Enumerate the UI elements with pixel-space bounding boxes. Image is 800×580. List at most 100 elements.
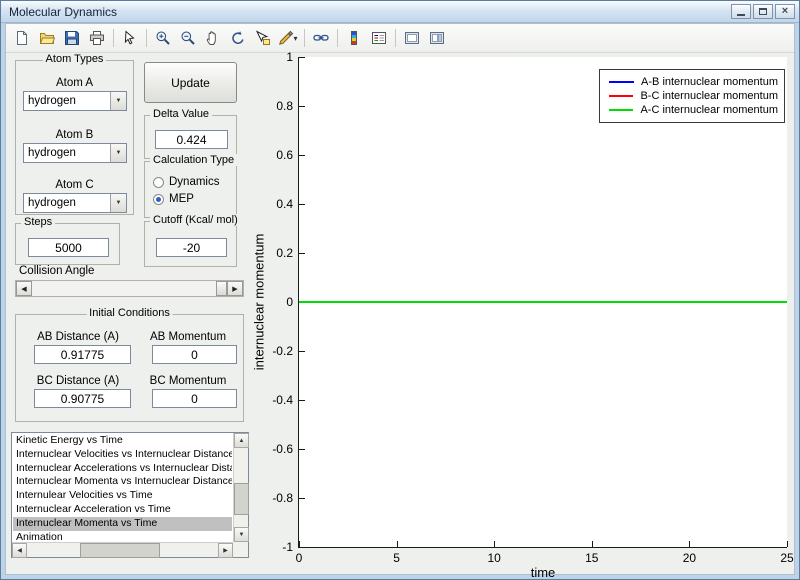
link-plot-button[interactable] [309, 27, 333, 49]
atom-a-dropdown[interactable]: hydrogen ▼ [23, 91, 127, 111]
horizontal-scroll-thumb[interactable] [80, 543, 160, 558]
insert-colorbar-icon [346, 30, 362, 46]
show-plot-tools-button[interactable] [425, 27, 449, 49]
scroll-up-arrow-icon[interactable]: ▲ [234, 433, 249, 448]
atom-a-label: Atom A [55, 77, 94, 89]
zoom-out-button[interactable] [176, 27, 200, 49]
x-tick-label: 20 [682, 551, 697, 565]
toolbar-separator [304, 29, 305, 47]
bc-distance-a-field[interactable]: 0.90775 [34, 389, 131, 408]
pan-hand-button[interactable] [201, 27, 225, 49]
y-tick-label: -0.2 [272, 344, 293, 358]
dropdown-arrow-icon[interactable]: ▼ [110, 194, 126, 212]
atom-types-title: Atom Types [42, 53, 107, 65]
collision-angle-slider[interactable]: ◀ ▶ [15, 280, 244, 297]
figure-client: ▾ Atom Types Atom A hydrogen ▼ Atom B hydrog… [5, 23, 795, 580]
collision-angle-label: Collision Angle [19, 265, 95, 277]
data-cursor-icon [255, 30, 271, 46]
insert-colorbar-button[interactable] [342, 27, 366, 49]
data-cursor-button[interactable] [251, 27, 275, 49]
rotate-3d-icon [230, 30, 246, 46]
y-tick-label: 1 [286, 50, 293, 64]
series-line-a-c [299, 301, 787, 303]
list-item[interactable]: Internuclear Accelerations vs Internucle… [13, 462, 232, 476]
dropdown-value: hydrogen [28, 95, 76, 107]
ab-momentum-field[interactable]: 0 [152, 345, 237, 364]
vertical-scroll-thumb[interactable] [234, 483, 249, 515]
rotate-3d-button[interactable] [226, 27, 250, 49]
bc-momentum-field[interactable]: 0 [152, 389, 237, 408]
legend[interactable]: A-B internuclear momentum B-C internuclea… [599, 69, 785, 123]
dropdown-value: hydrogen [28, 197, 76, 209]
scrollbar-corner [233, 542, 248, 557]
vertical-scrollbar[interactable]: ▲ ▼ [233, 433, 249, 542]
slider-thumb[interactable] [216, 281, 227, 296]
scroll-left-arrow-icon[interactable]: ◀ [12, 543, 27, 558]
cutoff-field[interactable]: -20 [156, 238, 227, 257]
ic-label: AB Distance (A) [37, 331, 119, 343]
delta-value-field[interactable]: 0.424 [155, 130, 228, 149]
list-item[interactable]: Internuclear Velocities vs Internuclear … [13, 448, 232, 462]
window-title: Molecular Dynamics [9, 4, 118, 19]
titlebar[interactable]: Molecular Dynamics × [1, 1, 799, 23]
zoom-in-button[interactable] [151, 27, 175, 49]
atom-c-label: Atom C [55, 179, 94, 191]
radio-label: Dynamics [169, 176, 220, 188]
list-item[interactable]: Internuclear Momenta vs Time [13, 516, 232, 531]
list-item[interactable]: Animation [13, 531, 232, 541]
maximize-button[interactable] [753, 4, 773, 19]
radio-option-dynamics[interactable]: Dynamics [153, 176, 219, 188]
list-item[interactable]: Internuclear Acceleration vs Time [13, 503, 232, 517]
window-controls: × [731, 4, 795, 19]
new-document-button[interactable] [10, 27, 34, 49]
x-tick-label: 10 [487, 551, 501, 565]
ab-distance-a-field[interactable]: 0.91775 [34, 345, 131, 364]
x-tick-label: 0 [295, 551, 303, 565]
x-tick-mark [591, 541, 593, 547]
delta-value-panel: Delta Value 0.424 [144, 108, 237, 159]
update-button[interactable]: Update [144, 62, 237, 103]
link-plot-icon [313, 30, 329, 46]
list-item[interactable]: Kinetic Energy vs Time [13, 434, 232, 448]
maximize-icon [759, 8, 767, 15]
y-tick-mark [299, 204, 305, 205]
toolbar: ▾ [6, 24, 794, 53]
close-icon: × [781, 5, 789, 17]
dropdown-arrow-icon[interactable]: ▼ [110, 144, 126, 162]
hide-plot-tools-button[interactable] [400, 27, 424, 49]
atom-b-dropdown[interactable]: hydrogen ▼ [23, 143, 127, 163]
slider-left-arrow-icon[interactable]: ◀ [16, 281, 32, 296]
edit-plot-arrow-button[interactable] [118, 27, 142, 49]
scroll-down-arrow-icon[interactable]: ▼ [234, 527, 249, 542]
insert-legend-icon [371, 30, 387, 46]
horizontal-scrollbar[interactable]: ◀ ▶ [12, 542, 233, 558]
atom-c-dropdown[interactable]: hydrogen ▼ [23, 193, 127, 213]
print-button[interactable] [85, 27, 109, 49]
x-tick-label: 5 [393, 551, 400, 565]
y-tick-mark [299, 106, 305, 107]
steps-field[interactable]: 5000 [28, 238, 109, 257]
scroll-right-arrow-icon[interactable]: ▶ [218, 543, 233, 558]
cutoff-panel: Cutoff (Kcal/ mol) -20 [144, 214, 241, 267]
initial-conditions-panel: Initial Conditions AB Distance (A) 0.9177… [15, 307, 244, 422]
slider-right-arrow-icon[interactable]: ▶ [227, 281, 243, 296]
list-item[interactable]: Internulear Velocities vs Time [13, 489, 232, 503]
content: Atom Types Atom A hydrogen ▼ Atom B hydrogen… [6, 50, 794, 580]
insert-legend-button[interactable] [367, 27, 391, 49]
close-button[interactable]: × [775, 4, 795, 19]
x-tick-mark [299, 541, 300, 547]
radio-option-mep[interactable]: MEP [153, 193, 194, 205]
y-tick-mark [299, 57, 305, 58]
brush-dropdown-arrow-icon[interactable]: ▾ [293, 34, 297, 43]
plot-type-listbox: Kinetic Energy vs Time Internuclear Veloc… [11, 432, 249, 558]
calculation-type-title: Calculation Type [150, 154, 238, 166]
dropdown-arrow-icon[interactable]: ▼ [110, 92, 126, 110]
list-item[interactable]: Internuclear Momenta vs Internuclear Dis… [13, 475, 232, 489]
brush-button[interactable]: ▾ [276, 27, 300, 49]
show-plot-tools-icon [429, 30, 445, 46]
toolbar-separator [337, 29, 338, 47]
save-button[interactable] [60, 27, 84, 49]
open-folder-button[interactable] [35, 27, 59, 49]
minimize-button[interactable] [731, 4, 751, 19]
legend-entry: A-C internuclear momentum [609, 103, 778, 117]
